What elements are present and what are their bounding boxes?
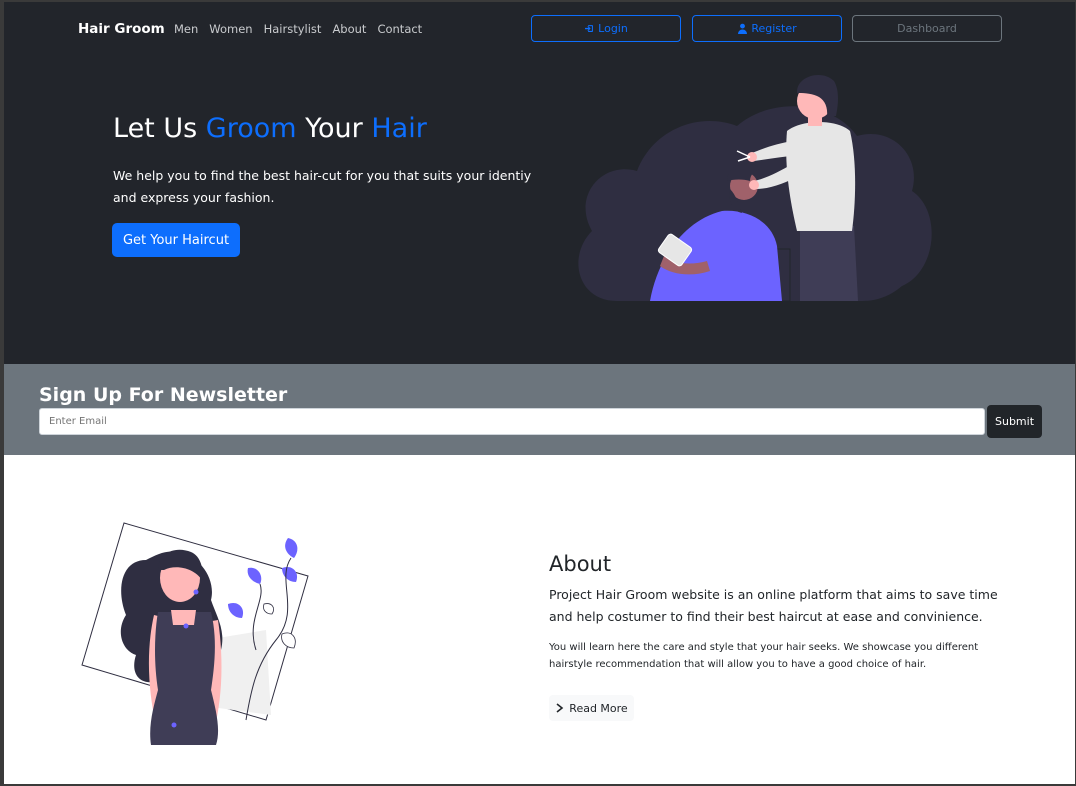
hero-description: We help you to find the best hair-cut fo… [113, 168, 532, 205]
nav-link-about[interactable]: About [332, 22, 366, 36]
dashboard-label: Dashboard [897, 22, 957, 35]
newsletter-section: Sign Up For Newsletter Submit [4, 364, 1075, 455]
hero-title-part-2: Groom [205, 113, 297, 144]
nav-link-hairstylist[interactable]: Hairstylist [264, 22, 322, 36]
register-label: Register [751, 22, 797, 35]
hero-title-part-1: Let Us [113, 113, 206, 144]
nav-link-women[interactable]: Women [209, 22, 252, 36]
hero-section: Let Us Groom Your Hair We help you to fi… [4, 55, 1075, 364]
navbar: Hair Groom Men Women Hairstylist About C… [4, 2, 1075, 55]
email-field[interactable] [39, 408, 985, 435]
read-more-button[interactable]: Read More [549, 695, 634, 721]
user-icon [738, 23, 748, 34]
newsletter-title: Sign Up For Newsletter [39, 384, 288, 406]
nav-link-men[interactable]: Men [174, 22, 198, 36]
read-more-label: Read More [569, 701, 628, 715]
about-lead: Project Hair Groom website is an online … [549, 587, 998, 624]
hero-title-part-3: Your [296, 113, 372, 144]
dashboard-button[interactable]: Dashboard [852, 15, 1002, 42]
barber-illustration [578, 74, 932, 301]
register-button[interactable]: Register [692, 15, 842, 42]
brand-logo[interactable]: Hair Groom [78, 21, 165, 37]
chevron-right-icon [556, 703, 564, 713]
hero-title: Let Us Groom Your Hair [113, 113, 427, 144]
about-title: About [549, 552, 612, 576]
submit-button[interactable]: Submit [987, 405, 1042, 438]
get-haircut-button[interactable]: Get Your Haircut [112, 223, 240, 257]
sign-in-icon [585, 25, 594, 32]
woman-illustration [81, 522, 309, 745]
hero-title-part-4: Hair [371, 113, 427, 144]
nav-link-contact[interactable]: Contact [377, 22, 422, 36]
page: Hair Groom Men Women Hairstylist About C… [4, 2, 1075, 784]
login-button[interactable]: Login [531, 15, 681, 42]
nav-links: Men Women Hairstylist About Contact [174, 22, 422, 36]
about-detail: You will learn here the care and style t… [549, 642, 979, 670]
login-label: Login [598, 22, 628, 35]
